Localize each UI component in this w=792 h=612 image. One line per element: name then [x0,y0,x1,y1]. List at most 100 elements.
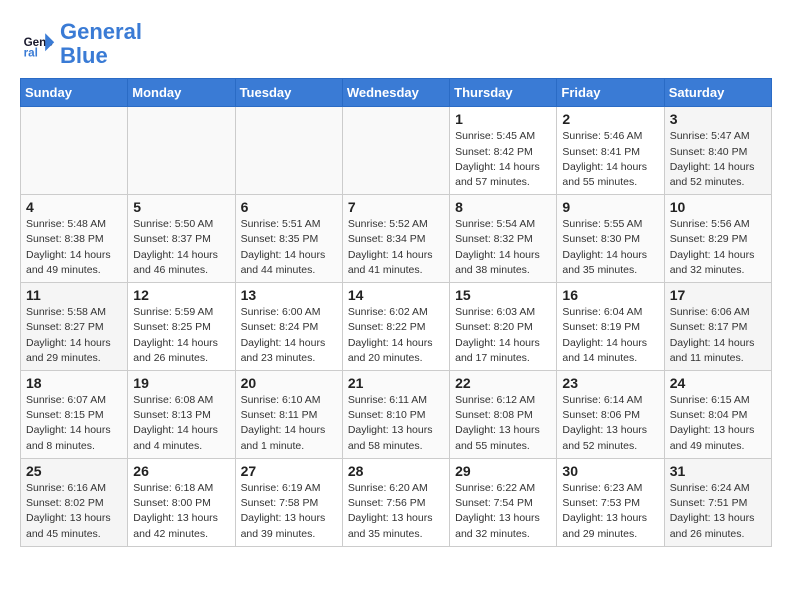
day-number: 26 [133,463,229,479]
day-number: 21 [348,375,444,391]
weekday-header-friday: Friday [557,79,664,107]
calendar-day: 20 Sunrise: 6:10 AMSunset: 8:11 PMDayligh… [235,371,342,459]
weekday-header-thursday: Thursday [450,79,557,107]
day-info: Sunrise: 6:22 AMSunset: 7:54 PMDaylight:… [455,481,551,542]
weekday-row: SundayMondayTuesdayWednesdayThursdayFrid… [21,79,772,107]
weekday-header-saturday: Saturday [664,79,771,107]
weekday-header-tuesday: Tuesday [235,79,342,107]
day-info: Sunrise: 6:06 AMSunset: 8:17 PMDaylight:… [670,305,766,366]
calendar-table: SundayMondayTuesdayWednesdayThursdayFrid… [20,78,772,546]
calendar-day: 15Sunrise: 6:03 AMSunset: 8:20 PMDayligh… [450,283,557,371]
calendar-day: 4Sunrise: 5:48 AMSunset: 8:38 PMDaylight… [21,195,128,283]
day-info: Sunrise: 5:56 AMSunset: 8:29 PMDaylight:… [670,217,766,278]
day-info: Sunrise: 5:46 AMSunset: 8:41 PMDaylight:… [562,129,658,190]
day-number: 31 [670,463,766,479]
calendar-day: 31 Sunrise: 6:24 AMSunset: 7:51 PMDayligh… [664,458,771,546]
calendar-day: 27Sunrise: 6:19 AMSunset: 7:58 PMDayligh… [235,458,342,546]
calendar-day: 17 Sunrise: 6:06 AMSunset: 8:17 PMDayligh… [664,283,771,371]
day-number: 13 [241,287,337,303]
day-number: 29 [455,463,551,479]
day-number: 15 [455,287,551,303]
day-number: 14 [348,287,444,303]
day-info: Sunrise: 6:10 AMSunset: 8:11 PMDaylight:… [241,393,337,454]
calendar-day: 22Sunrise: 6:12 AMSunset: 8:08 PMDayligh… [450,371,557,459]
page-header: Gene ral GeneralBlue [20,20,772,68]
day-number: 11 [26,287,122,303]
day-info: Sunrise: 5:45 AMSunset: 8:42 PMDaylight:… [455,129,551,190]
day-number: 24 [670,375,766,391]
calendar-day: 6Sunrise: 5:51 AMSunset: 8:35 PMDaylight… [235,195,342,283]
day-number: 7 [348,199,444,215]
day-info: Sunrise: 5:47 AMSunset: 8:40 PMDaylight:… [670,129,766,190]
calendar-day: 9 Sunrise: 5:55 AMSunset: 8:30 PMDaylight… [557,195,664,283]
day-info: Sunrise: 6:20 AMSunset: 7:56 PMDaylight:… [348,481,444,542]
logo: Gene ral GeneralBlue [20,20,142,68]
calendar-day: 26Sunrise: 6:18 AMSunset: 8:00 PMDayligh… [128,458,235,546]
day-number: 16 [562,287,658,303]
day-info: Sunrise: 6:19 AMSunset: 7:58 PMDaylight:… [241,481,337,542]
day-number: 5 [133,199,229,215]
day-number: 10 [670,199,766,215]
calendar-day: 29 Sunrise: 6:22 AMSunset: 7:54 PMDayligh… [450,458,557,546]
calendar-week-5: 25 Sunrise: 6:16 AMSunset: 8:02 PMDayligh… [21,458,772,546]
calendar-day: 25 Sunrise: 6:16 AMSunset: 8:02 PMDayligh… [21,458,128,546]
day-info: Sunrise: 5:50 AMSunset: 8:37 PMDaylight:… [133,217,229,278]
day-info: Sunrise: 6:16 AMSunset: 8:02 PMDaylight:… [26,481,122,542]
calendar-day: 12 Sunrise: 5:59 AMSunset: 8:25 PMDayligh… [128,283,235,371]
day-number: 3 [670,111,766,127]
calendar-day: 21 Sunrise: 6:11 AMSunset: 8:10 PMDayligh… [342,371,449,459]
day-number: 12 [133,287,229,303]
calendar-day [128,107,235,195]
day-number: 2 [562,111,658,127]
day-number: 20 [241,375,337,391]
calendar-day: 3 Sunrise: 5:47 AMSunset: 8:40 PMDaylight… [664,107,771,195]
day-info: Sunrise: 5:55 AMSunset: 8:30 PMDaylight:… [562,217,658,278]
day-number: 6 [241,199,337,215]
calendar-day: 14 Sunrise: 6:02 AMSunset: 8:22 PMDayligh… [342,283,449,371]
calendar-day: 5 Sunrise: 5:50 AMSunset: 8:37 PMDaylight… [128,195,235,283]
calendar-day: 23Sunrise: 6:14 AMSunset: 8:06 PMDayligh… [557,371,664,459]
calendar-header: SundayMondayTuesdayWednesdayThursdayFrid… [21,79,772,107]
calendar-day: 28 Sunrise: 6:20 AMSunset: 7:56 PMDayligh… [342,458,449,546]
calendar-day: 1 Sunrise: 5:45 AMSunset: 8:42 PMDaylight… [450,107,557,195]
day-info: Sunrise: 6:11 AMSunset: 8:10 PMDaylight:… [348,393,444,454]
day-info: Sunrise: 6:08 AMSunset: 8:13 PMDaylight:… [133,393,229,454]
day-info: Sunrise: 6:24 AMSunset: 7:51 PMDaylight:… [670,481,766,542]
day-info: Sunrise: 6:23 AMSunset: 7:53 PMDaylight:… [562,481,658,542]
day-info: Sunrise: 6:04 AMSunset: 8:19 PMDaylight:… [562,305,658,366]
weekday-header-sunday: Sunday [21,79,128,107]
calendar-day [21,107,128,195]
day-number: 28 [348,463,444,479]
svg-text:ral: ral [24,47,38,60]
day-info: Sunrise: 6:02 AMSunset: 8:22 PMDaylight:… [348,305,444,366]
day-number: 23 [562,375,658,391]
day-number: 17 [670,287,766,303]
day-info: Sunrise: 6:15 AMSunset: 8:04 PMDaylight:… [670,393,766,454]
day-number: 25 [26,463,122,479]
logo-text: GeneralBlue [60,20,142,68]
day-info: Sunrise: 5:52 AMSunset: 8:34 PMDaylight:… [348,217,444,278]
calendar-week-4: 18 Sunrise: 6:07 AMSunset: 8:15 PMDayligh… [21,371,772,459]
calendar-week-2: 4Sunrise: 5:48 AMSunset: 8:38 PMDaylight… [21,195,772,283]
day-number: 22 [455,375,551,391]
day-number: 9 [562,199,658,215]
calendar-day: 24 Sunrise: 6:15 AMSunset: 8:04 PMDayligh… [664,371,771,459]
day-info: Sunrise: 6:07 AMSunset: 8:15 PMDaylight:… [26,393,122,454]
day-number: 1 [455,111,551,127]
calendar-day [235,107,342,195]
calendar-body: 1 Sunrise: 5:45 AMSunset: 8:42 PMDaylight… [21,107,772,546]
calendar-week-1: 1 Sunrise: 5:45 AMSunset: 8:42 PMDaylight… [21,107,772,195]
logo-icon: Gene ral [20,26,56,62]
day-number: 18 [26,375,122,391]
weekday-header-monday: Monday [128,79,235,107]
day-info: Sunrise: 5:58 AMSunset: 8:27 PMDaylight:… [26,305,122,366]
weekday-header-wednesday: Wednesday [342,79,449,107]
day-info: Sunrise: 5:54 AMSunset: 8:32 PMDaylight:… [455,217,551,278]
calendar-day: 7 Sunrise: 5:52 AMSunset: 8:34 PMDaylight… [342,195,449,283]
calendar-day: 30Sunrise: 6:23 AMSunset: 7:53 PMDayligh… [557,458,664,546]
day-info: Sunrise: 5:48 AMSunset: 8:38 PMDaylight:… [26,217,122,278]
calendar-day: 19Sunrise: 6:08 AMSunset: 8:13 PMDayligh… [128,371,235,459]
calendar-day: 16 Sunrise: 6:04 AMSunset: 8:19 PMDayligh… [557,283,664,371]
day-info: Sunrise: 5:59 AMSunset: 8:25 PMDaylight:… [133,305,229,366]
calendar-day: 13Sunrise: 6:00 AMSunset: 8:24 PMDayligh… [235,283,342,371]
